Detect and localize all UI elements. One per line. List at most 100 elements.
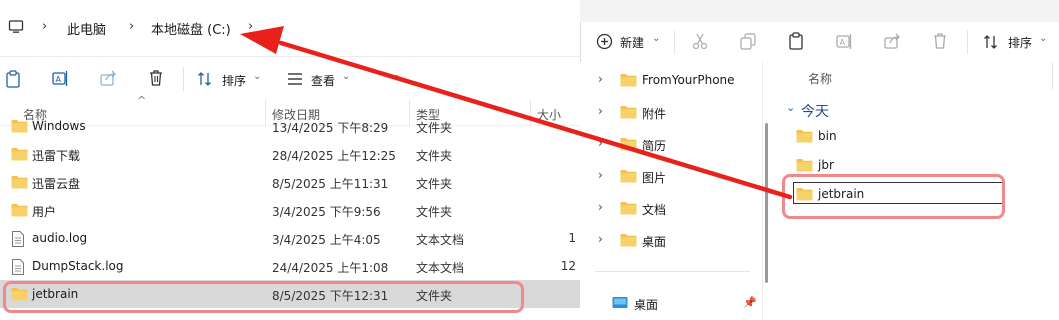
- folder-icon: [11, 175, 28, 192]
- address-bar[interactable]: › 此电脑 › 本地磁盘 (C:) ›: [0, 0, 580, 56]
- row-date: 28/4/2025 上午12:25: [272, 149, 396, 163]
- row-date: 24/4/2025 上午1:08: [272, 261, 389, 275]
- chevron-right-icon[interactable]: ›: [598, 200, 603, 214]
- table-row[interactable]: 迅雷云盘 8/5/2025 上午11:31 文件夹: [0, 168, 580, 196]
- delete-icon[interactable]: [932, 32, 948, 50]
- chevron-right-icon[interactable]: ›: [598, 72, 603, 86]
- toolbar-divider: [967, 30, 968, 54]
- paste-icon[interactable]: [788, 32, 804, 50]
- folder-icon: [796, 129, 813, 146]
- row-size: 1: [568, 231, 576, 245]
- item-label: jetbrain: [818, 187, 865, 201]
- desktop-pinned-icon: [612, 296, 628, 313]
- chevron-right-icon[interactable]: ›: [248, 19, 253, 34]
- table-row[interactable]: audio.log 3/4/2025 上午4:05 文本文档 1: [0, 224, 580, 252]
- pane-divider[interactable]: [762, 62, 763, 320]
- chevron-right-icon[interactable]: ›: [598, 168, 603, 182]
- more-options-button[interactable]: ···: [386, 69, 399, 85]
- nav-pinned-desktop[interactable]: 桌面: [634, 296, 658, 313]
- list-item[interactable]: jetbrain: [790, 180, 1059, 208]
- group-collapse-icon[interactable]: ⌄: [786, 101, 795, 114]
- folder-icon: [620, 233, 637, 250]
- text-file-icon: [11, 259, 25, 278]
- nav-item[interactable]: › 文档: [580, 192, 762, 224]
- sort-button[interactable]: 排序: [1008, 34, 1032, 51]
- nav-item-label: FromYourPhone: [642, 73, 735, 87]
- folder-icon: [796, 158, 813, 175]
- nav-item-label: 简历: [642, 139, 667, 153]
- scrollbar-thumb[interactable]: [765, 123, 768, 283]
- nav-item-label: 附件: [642, 107, 667, 121]
- toolbar-divider: [674, 30, 675, 54]
- row-date: 8/5/2025 上午11:31: [272, 177, 389, 191]
- rename-icon[interactable]: A: [52, 70, 69, 87]
- row-name: audio.log: [32, 231, 88, 245]
- nav-item[interactable]: › 图片: [580, 160, 762, 192]
- item-label: bin: [818, 129, 837, 143]
- table-row[interactable]: DumpStack.log 24/4/2025 上午1:08 文本文档 12: [0, 252, 580, 280]
- text-file-icon: [11, 231, 25, 250]
- row-type: 文件夹: [416, 205, 453, 219]
- computer-icon[interactable]: [8, 19, 24, 35]
- svg-text:A: A: [840, 38, 846, 47]
- row-name: 迅雷云盘: [32, 177, 81, 191]
- cut-icon[interactable]: [692, 33, 708, 50]
- nav-item[interactable]: › 桌面: [580, 224, 762, 256]
- view-button[interactable]: 查看: [311, 72, 335, 89]
- share-icon[interactable]: [884, 33, 901, 50]
- table-row[interactable]: 用户 3/4/2025 下午9:56 文件夹: [0, 196, 580, 224]
- breadcrumb-local-disk[interactable]: 本地磁盘 (C:): [151, 19, 231, 38]
- chevron-right-icon[interactable]: ›: [598, 104, 603, 118]
- row-size: 12: [560, 259, 576, 273]
- navigation-pane: › FromYourPhone › 附件 › 简历 › 图片 › 文档 › 桌面: [580, 62, 762, 320]
- list-item[interactable]: jbr: [790, 151, 1059, 179]
- toolbar-divider: [183, 67, 184, 91]
- new-button[interactable]: 新建: [620, 34, 644, 51]
- chevron-right-icon[interactable]: ›: [598, 232, 603, 246]
- row-date: 3/4/2025 上午4:05: [272, 233, 381, 247]
- folder-icon: [620, 169, 637, 186]
- plus-circle-icon: [596, 33, 613, 50]
- item-label: jbr: [818, 158, 834, 172]
- folder-icon: [796, 187, 813, 204]
- nav-item[interactable]: › FromYourPhone: [580, 64, 762, 96]
- row-name: 迅雷下载: [32, 149, 81, 163]
- paste-icon[interactable]: [5, 70, 21, 88]
- sort-asc-icon: ^: [137, 94, 147, 107]
- folder-icon: [11, 203, 28, 220]
- nav-item-label: 桌面: [642, 235, 667, 249]
- delete-icon[interactable]: [148, 69, 164, 87]
- row-type: 文本文档: [416, 233, 465, 247]
- folder-icon: [11, 119, 28, 136]
- chevron-right-icon[interactable]: ›: [598, 136, 603, 150]
- nav-item[interactable]: › 附件: [580, 96, 762, 128]
- chevron-down-icon: ⌄: [1039, 33, 1048, 44]
- row-type: 文件夹: [416, 149, 453, 163]
- table-row[interactable]: Windows 13/4/2025 下午8:29 文件夹: [0, 116, 580, 140]
- folder-icon: [11, 147, 28, 164]
- list-item[interactable]: bin: [790, 122, 1059, 150]
- share-icon[interactable]: [100, 70, 117, 87]
- nav-item[interactable]: › 简历: [580, 128, 762, 160]
- folder-icon: [620, 137, 637, 154]
- copy-icon[interactable]: [740, 33, 756, 50]
- right-title-strip: [580, 0, 1059, 22]
- table-row[interactable]: 迅雷下载 28/4/2025 上午12:25 文件夹: [0, 140, 580, 168]
- chevron-right-icon: ›: [129, 19, 135, 34]
- chevron-down-icon: ⌄: [342, 71, 351, 82]
- left-toolbar: A 排序 ⌄ 查看 ⌄ ···: [0, 56, 580, 100]
- folder-icon: [620, 201, 637, 218]
- column-divider[interactable]: [1052, 62, 1053, 90]
- row-name: DumpStack.log: [32, 259, 124, 273]
- pin-icon[interactable]: 📌: [743, 296, 757, 309]
- sort-button[interactable]: 排序: [222, 72, 246, 89]
- breadcrumb-this-pc[interactable]: 此电脑: [67, 19, 106, 38]
- group-header-today[interactable]: 今天: [801, 101, 829, 121]
- view-icon: [287, 72, 303, 86]
- row-date: 13/4/2025 下午8:29: [272, 121, 389, 135]
- nav-separator: [595, 271, 750, 272]
- rename-icon[interactable]: A: [836, 33, 853, 50]
- chevron-right-icon: ›: [42, 19, 48, 34]
- right-column-name[interactable]: 名称: [808, 70, 832, 87]
- row-date: 3/4/2025 下午9:56: [272, 205, 381, 219]
